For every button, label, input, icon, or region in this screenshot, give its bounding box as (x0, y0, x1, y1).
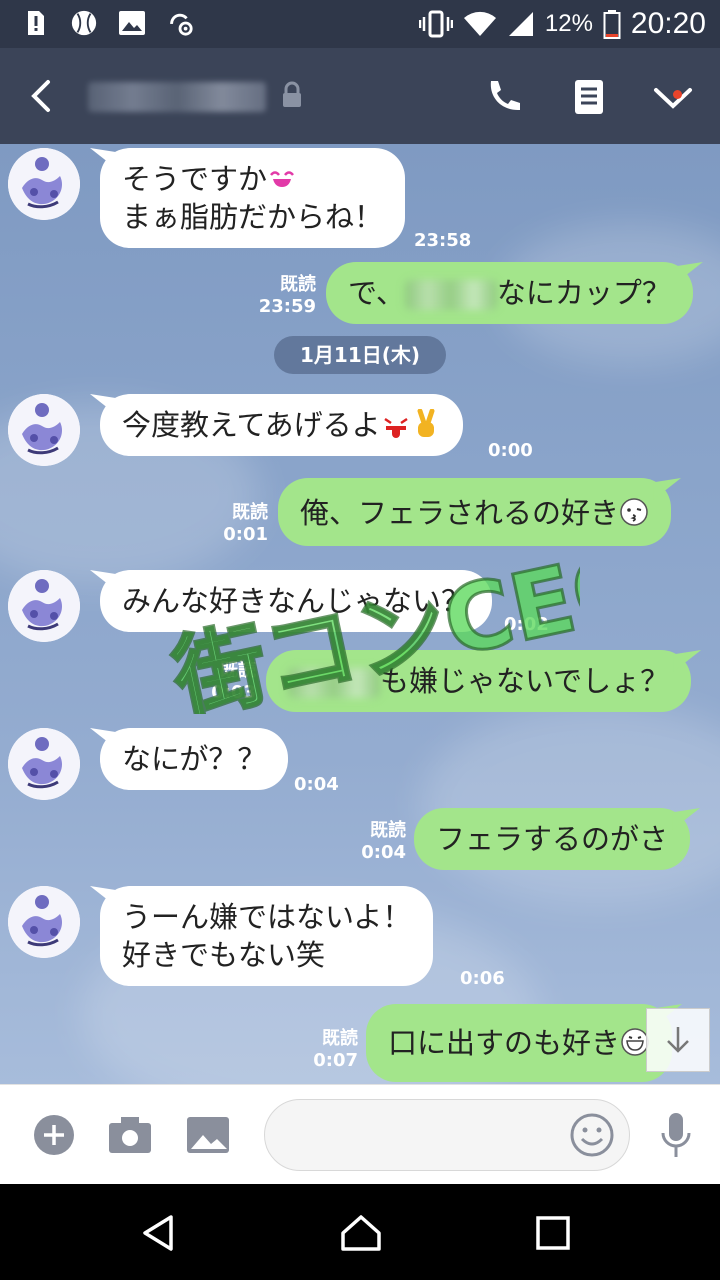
date-separator: 1月11日(木) (274, 336, 446, 374)
avatar[interactable] (8, 394, 80, 466)
message-bubble-outgoing[interactable]: 口に出すのも好き (366, 1004, 673, 1082)
input-bar (0, 1084, 720, 1184)
message-text: みんな好きなんじゃない？ (122, 584, 471, 618)
read-receipt: 既読 0:04 (344, 820, 406, 864)
mic-icon[interactable] (652, 1111, 700, 1159)
wifi-icon (463, 11, 496, 37)
chat-title-redacted (88, 82, 266, 112)
message-time: 0:04 (361, 842, 406, 863)
read-receipt: 既読 23:59 (254, 274, 316, 318)
plus-icon[interactable] (30, 1111, 78, 1159)
message-text: フェラするのがさ (436, 822, 669, 856)
alert-icon (22, 8, 50, 38)
message-line: そうですか (122, 162, 268, 196)
recents-icon[interactable] (528, 1208, 578, 1258)
gallery-icon (118, 8, 146, 38)
read-receipt: 既読 0:03 (194, 660, 256, 704)
message-bubble-outgoing[interactable]: も嫌じゃないでしょ？ (266, 650, 692, 712)
settings-sync-icon (166, 8, 194, 38)
message-text: なにが？？ (122, 742, 267, 776)
read-receipt: 既読 0:01 (206, 502, 268, 546)
battery-percent: 12% (544, 10, 593, 37)
clock: 20:20 (630, 7, 706, 40)
message-line: 好きでもない笑 (122, 938, 326, 972)
read-receipt: 既読 0:07 (296, 1028, 358, 1072)
vibrate-icon (418, 10, 453, 38)
back-triangle-icon[interactable] (134, 1208, 184, 1258)
phone-icon[interactable] (478, 72, 528, 122)
message-bubble-incoming[interactable]: うーん嫌ではないよ！ 好きでもない笑 (100, 886, 434, 986)
message-line: まぁ脂肪だからね！ (122, 200, 384, 234)
avatar[interactable] (8, 886, 80, 958)
redacted-text (288, 668, 380, 698)
message-time: 0:02 (504, 614, 549, 635)
chat-header (0, 48, 720, 144)
message-time: 0:06 (460, 968, 505, 989)
message-text: で、 (348, 276, 405, 310)
message-text: 今度教えてあげるよ (122, 408, 381, 442)
message-time: 0:07 (313, 1050, 358, 1071)
message-text: 口に出すのも好き (388, 1026, 621, 1060)
message-time: 23:58 (414, 230, 472, 251)
read-label: 既読 (322, 1028, 358, 1049)
avatar[interactable] (8, 148, 80, 220)
notes-icon[interactable] (564, 72, 614, 122)
system-nav-bar (0, 1184, 720, 1280)
message-bubble-incoming[interactable]: そうですか まぁ脂肪だからね！ (100, 148, 406, 248)
laughing-face-icon (270, 171, 294, 187)
status-bar: 12% 20:20 (0, 0, 720, 48)
message-bubble-incoming[interactable]: なにが？？ (100, 728, 289, 790)
redacted-text (404, 280, 497, 310)
battery-icon (603, 10, 621, 39)
message-time: 0:03 (211, 682, 256, 703)
message-text: なにカップ？ (496, 276, 671, 310)
message-time: 0:01 (223, 524, 268, 545)
chevron-down-icon[interactable] (648, 72, 698, 122)
chat-area[interactable]: そうですか まぁ脂肪だからね！ 23:58 既読 23:59 で、 なにカップ？ … (0, 144, 720, 1084)
message-time: 0:00 (488, 440, 533, 461)
lock-icon (280, 80, 304, 110)
arrow-down-icon (667, 1027, 689, 1053)
image-icon[interactable] (184, 1111, 232, 1159)
avatar[interactable] (8, 728, 80, 800)
baseball-icon (70, 8, 98, 38)
message-bubble-incoming[interactable]: 今度教えてあげるよ (100, 394, 463, 456)
message-bubble-outgoing[interactable]: で、 なにカップ？ (326, 262, 693, 324)
signal-icon (508, 12, 533, 36)
peace-sign-icon (417, 409, 435, 437)
scroll-down-button[interactable] (646, 1008, 710, 1072)
message-input[interactable] (264, 1099, 630, 1171)
read-label: 既読 (280, 274, 316, 295)
message-text: 俺、フェラされるの好き (300, 496, 620, 530)
notification-dot (673, 90, 682, 99)
message-time: 23:59 (258, 296, 316, 317)
camera-icon[interactable] (106, 1111, 154, 1159)
tongue-face-icon (383, 417, 408, 438)
read-label: 既読 (370, 820, 406, 841)
message-time: 0:04 (294, 774, 339, 795)
message-line: うーん嫌ではないよ！ (122, 900, 412, 934)
message-bubble-outgoing[interactable]: フェラするのがさ (414, 808, 691, 870)
back-icon[interactable] (22, 74, 62, 118)
home-icon[interactable] (336, 1208, 386, 1258)
message-bubble-outgoing[interactable]: 俺、フェラされるの好き (278, 478, 672, 546)
message-text: も嫌じゃないでしょ？ (380, 664, 670, 698)
message-bubble-incoming[interactable]: みんな好きなんじゃない？ (100, 570, 493, 632)
kissing-face-icon (620, 498, 648, 526)
read-label: 既読 (220, 660, 256, 681)
avatar[interactable] (8, 570, 80, 642)
emoji-icon[interactable] (569, 1112, 615, 1158)
read-label: 既読 (232, 502, 268, 523)
